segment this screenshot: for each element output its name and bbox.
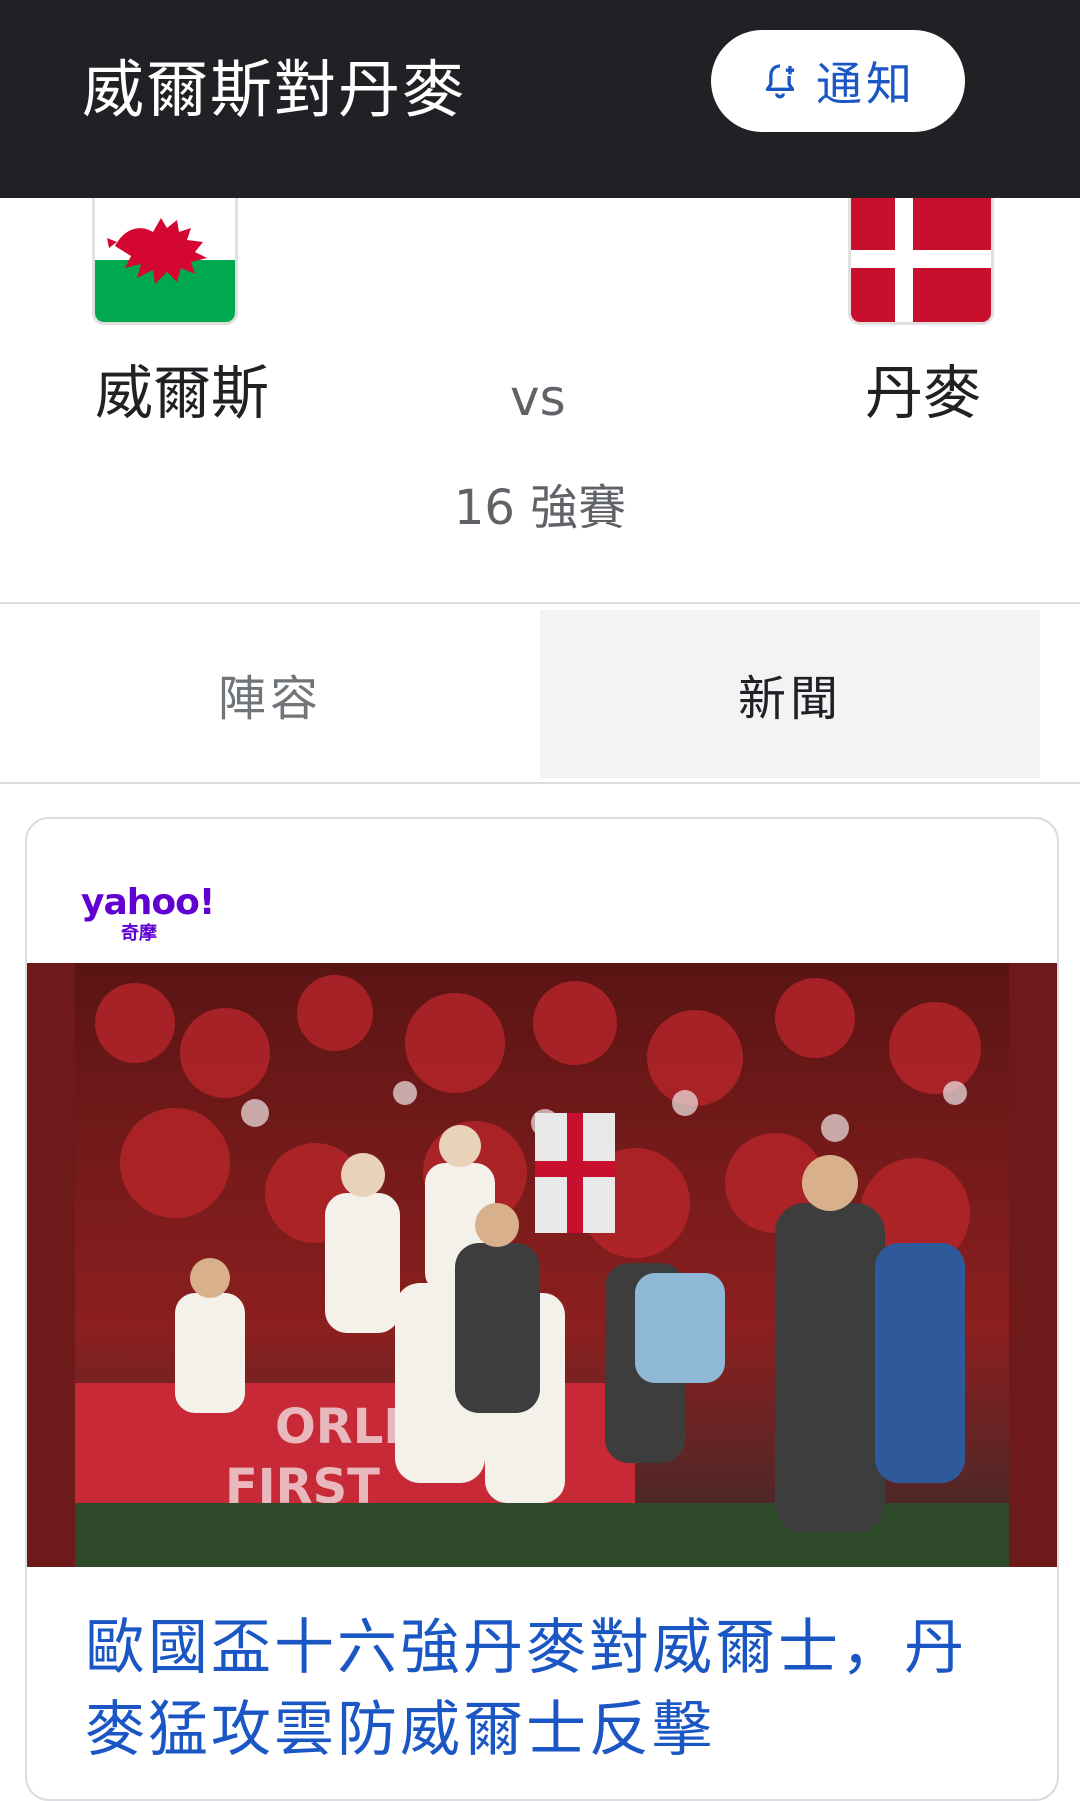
page-title: 威爾斯對丹麥: [82, 53, 467, 126]
away-team-name[interactable]: 丹麥: [865, 358, 981, 428]
app-bar: 威爾斯對丹麥 通知: [0, 0, 1080, 198]
yahoo-logo-subtext: 奇摩: [121, 923, 157, 944]
notify-button[interactable]: 通知: [711, 30, 965, 132]
home-team-name[interactable]: 威爾斯: [95, 358, 269, 428]
tab-news[interactable]: 新聞: [540, 610, 1040, 778]
tab-bar: 陣容 新聞: [0, 604, 1080, 784]
source-logo: yahoo! 奇摩: [81, 882, 215, 945]
denmark-flag: [848, 198, 994, 325]
yahoo-logo-text: yahoo!: [81, 882, 215, 923]
round-label: 16 強賽: [453, 480, 627, 536]
wales-flag: [92, 198, 238, 325]
news-headline[interactable]: 歐國盃十六強丹麥對威爾士，丹麥猛攻雲防威爾士反擊: [85, 1607, 1025, 1771]
vs-label: vs: [510, 369, 566, 427]
notify-label: 通知: [816, 57, 916, 111]
tab-lineup[interactable]: 陣容: [0, 610, 540, 778]
bell-add-icon: [765, 64, 795, 99]
news-card[interactable]: yahoo! 奇摩 ORLD FIRST 歐國盃十六強丹麥對威爾士，丹麥猛攻雲防…: [25, 817, 1059, 1801]
news-photo[interactable]: ORLD FIRST: [27, 963, 1057, 1567]
match-header: 威爾斯 vs 丹麥 16 強賽: [0, 198, 1080, 604]
